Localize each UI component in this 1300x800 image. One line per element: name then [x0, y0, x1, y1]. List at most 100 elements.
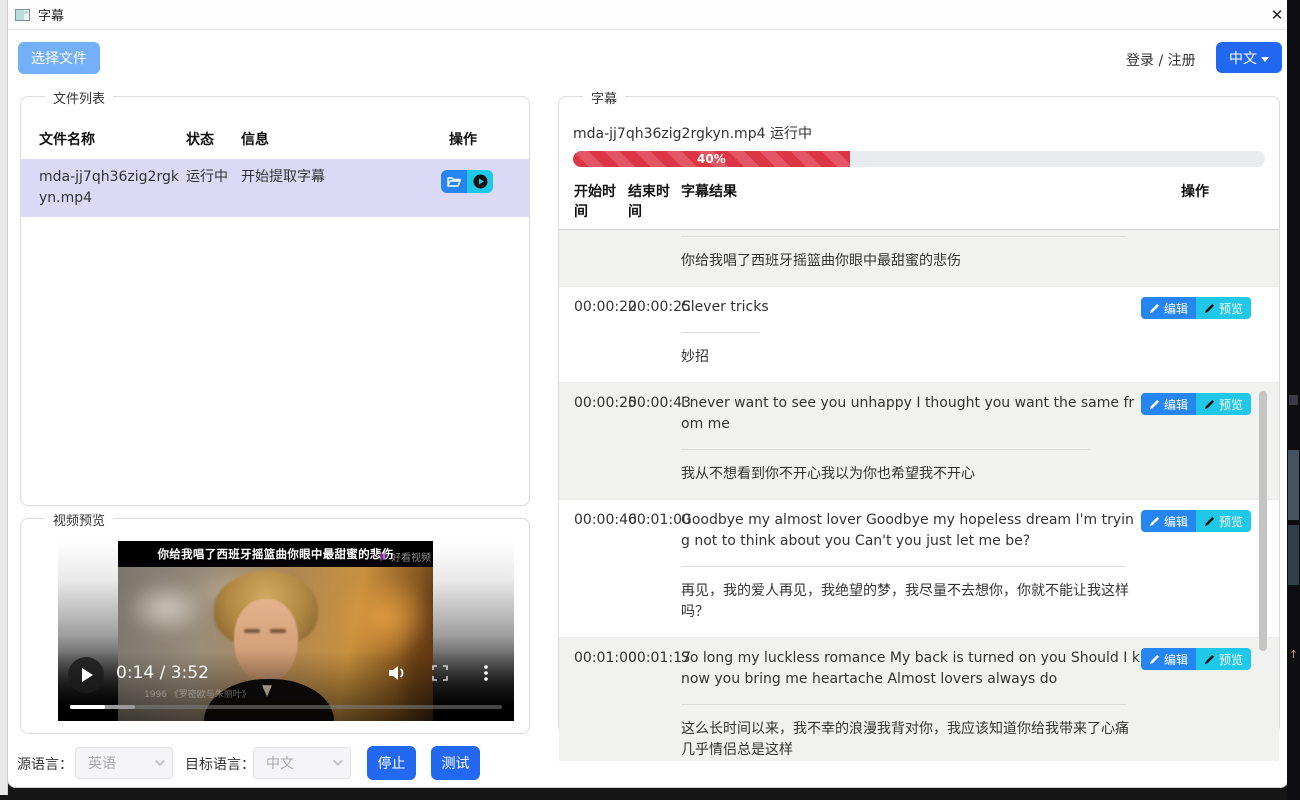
play-circle-icon: [473, 174, 488, 189]
start-time: 00:00:25: [574, 393, 628, 485]
actor-brow-right: [270, 629, 286, 633]
seek-bar[interactable]: [70, 705, 502, 709]
target-language-value: 中文: [266, 753, 294, 773]
subtitle-english: So long my luckless romance My back is t…: [681, 648, 1141, 690]
source-language-label: 源语言：: [17, 754, 73, 774]
video-caption-small: 1996 《罗密欧与朱丽叶》: [144, 687, 251, 700]
pencil-icon: [1149, 303, 1160, 314]
col-file-name: 文件名称: [39, 129, 186, 149]
window-title: 字幕: [38, 5, 64, 24]
file-row-actions: [441, 170, 529, 193]
subtitle-row-actions: 编辑 预览: [1141, 297, 1249, 368]
language-dropdown-button[interactable]: 中文: [1216, 42, 1282, 73]
edit-button[interactable]: 编辑: [1141, 393, 1196, 415]
edit-button[interactable]: 编辑: [1141, 648, 1196, 670]
edit-button-label: 编辑: [1164, 300, 1188, 317]
col-operation: 操作: [1141, 181, 1249, 221]
subtitle-file-status: mda-jj7qh36zig2rgkyn.mp4 运行中: [573, 123, 1279, 143]
chevron-down-icon: [333, 756, 343, 766]
subtitle-chinese: 你给我唱了西班牙摇篮曲你眼中最甜蜜的悲伤: [681, 251, 1141, 272]
video-player[interactable]: 你给我唱了西班牙摇篮曲你眼中最甜蜜的悲伤 好看视频 0:14 / 3:52 19…: [58, 541, 514, 721]
language-dropdown-label: 中文: [1229, 51, 1257, 67]
subtitle-panel: 字幕 mda-jj7qh36zig2rgkyn.mp4 运行中 40% 开始时间…: [558, 96, 1280, 734]
pencil-icon: [1149, 399, 1160, 410]
video-time: 0:14 / 3:52: [116, 663, 209, 683]
select-file-button[interactable]: 选择文件: [18, 42, 100, 74]
chevron-down-icon: [155, 756, 165, 766]
target-language-label: 目标语言：: [185, 754, 255, 774]
title-bar: 字幕 ✕: [8, 0, 1288, 30]
open-folder-button[interactable]: [441, 170, 467, 193]
subtitle-result-cell: Clever tricks妙招: [681, 297, 1141, 368]
col-status: 状态: [186, 129, 241, 149]
col-operations: 操作: [429, 129, 529, 149]
more-options-icon[interactable]: [484, 665, 488, 685]
pencil-icon: [1149, 516, 1160, 527]
subtitle-chinese: 我从不想看到你不开心我以为你也希望我不开心: [681, 464, 1141, 485]
play-file-button[interactable]: [467, 170, 493, 193]
seek-played: [70, 705, 105, 709]
background-arrow-glyph: ↑: [1289, 648, 1298, 661]
background-window-edge-right: ↑: [1287, 0, 1300, 800]
subtitle-divider: [681, 449, 1090, 450]
start-time: [574, 236, 628, 272]
preview-button[interactable]: 预览: [1196, 510, 1251, 532]
subtitle-english: Goodbye my almost lover Goodbye my hopel…: [681, 510, 1141, 552]
subtitle-result-cell: 你给我唱了西班牙摇篮曲你眼中最甜蜜的悲伤: [681, 236, 1141, 272]
col-start-time: 开始时间: [574, 181, 628, 221]
app-window: 字幕 ✕ 选择文件 登录 / 注册 中文 文件列表 文件名称 状态 信息 操作 …: [8, 0, 1288, 787]
edit-button-label: 编辑: [1164, 396, 1188, 413]
background-window-edge-left: [0, 0, 8, 795]
target-language-select[interactable]: 中文: [253, 747, 351, 779]
source-language-select[interactable]: 英语: [75, 747, 173, 779]
subtitle-table-body: 你给我唱了西班牙摇篮曲你眼中最甜蜜的悲伤00:00:2200:00:25Clev…: [559, 230, 1279, 761]
preview-button-label: 预览: [1219, 651, 1243, 668]
test-button[interactable]: 测试: [431, 746, 480, 780]
subtitle-divider: [681, 566, 1126, 567]
watermark: 好看视频: [380, 549, 431, 564]
file-table-body: mda-jj7qh36zig2rgkyn.mp4运行中开始提取字幕: [21, 159, 529, 217]
subtitle-result-cell: Goodbye my almost lover Goodbye my hopel…: [681, 510, 1141, 623]
edit-button[interactable]: 编辑: [1141, 297, 1196, 319]
pencil-icon: [1204, 654, 1215, 665]
edit-button-label: 编辑: [1164, 513, 1188, 530]
subtitle-table-header: 开始时间 结束时间 字幕结果 操作: [559, 181, 1279, 230]
col-info: 信息: [241, 129, 429, 149]
progress-label: 40%: [697, 152, 726, 166]
subtitle-row-actions: [1141, 236, 1249, 272]
watermark-text: 好看视频: [391, 549, 431, 564]
file-info: 开始提取字幕: [241, 167, 429, 188]
subtitle-chinese: 妙招: [681, 347, 1141, 368]
edit-button[interactable]: 编辑: [1141, 510, 1196, 532]
close-icon[interactable]: ✕: [1266, 4, 1288, 26]
video-subtitle-text: 你给我唱了西班牙摇篮曲你眼中最甜蜜的悲伤: [158, 546, 394, 562]
subtitle-result-cell: I never want to see you unhappy I though…: [681, 393, 1141, 485]
file-list-legend: 文件列表: [45, 88, 113, 107]
col-end-time: 结束时间: [628, 181, 681, 221]
preview-button[interactable]: 预览: [1196, 648, 1251, 670]
play-icon: [82, 668, 93, 682]
volume-icon[interactable]: [388, 665, 408, 685]
background-fragment: [1289, 395, 1298, 405]
file-list-panel: 文件列表 文件名称 状态 信息 操作 mda-jj7qh36zig2rgkyn.…: [20, 96, 530, 506]
login-register-link[interactable]: 登录 / 注册: [1126, 50, 1196, 70]
preview-button-label: 预览: [1219, 300, 1243, 317]
stop-button[interactable]: 停止: [367, 746, 416, 780]
pencil-icon: [1204, 399, 1215, 410]
preview-button-label: 预览: [1219, 513, 1243, 530]
subtitle-legend: 字幕: [583, 88, 625, 107]
bottom-bar: 源语言： 英语 目标语言： 中文 停止 测试: [8, 745, 1288, 787]
scrollbar-thumb[interactable]: [1259, 391, 1267, 651]
source-language-value: 英语: [88, 753, 116, 773]
folder-icon: [447, 176, 461, 188]
preview-button[interactable]: 预览: [1196, 297, 1251, 319]
subtitle-row: 00:00:4600:01:00Goodbye my almost lover …: [559, 500, 1279, 638]
progress-bar: 40%: [573, 151, 1265, 167]
chevron-down-icon: [1261, 57, 1269, 62]
file-status: 运行中: [186, 167, 241, 188]
play-button[interactable]: [68, 657, 104, 693]
fullscreen-icon[interactable]: [432, 665, 448, 685]
pencil-icon: [1149, 654, 1160, 665]
preview-button[interactable]: 预览: [1196, 393, 1251, 415]
progress-fill: 40%: [573, 151, 850, 167]
